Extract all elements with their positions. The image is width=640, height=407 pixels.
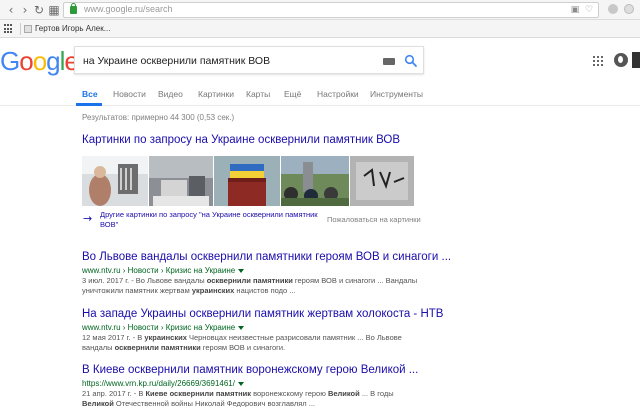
tab-all[interactable]: Все: [82, 89, 98, 99]
account-avatar[interactable]: [614, 53, 628, 67]
search-box[interactable]: на Украине осквернили памятник ВОВ: [74, 46, 424, 74]
tab-more[interactable]: Ещё: [284, 89, 301, 99]
search-tabs: Все Новости Видео Картинки Карты Ещё Нас…: [0, 80, 640, 106]
result-url-text[interactable]: www.ntv.ru › Новости › Кризис на Украине: [82, 323, 235, 332]
bookmarks-bar: Гертов Игорь Алек...: [0, 20, 640, 38]
bookmark-favicon-icon: [24, 25, 32, 33]
images-heading-link[interactable]: Картинки по запросу на Украине осквернил…: [82, 134, 400, 146]
search-icon[interactable]: [404, 54, 418, 68]
google-logo[interactable]: Google: [0, 46, 79, 77]
result-title-link[interactable]: На западе Украины осквернили памятник же…: [82, 308, 443, 320]
result-stats: Результатов: примерно 44 300 (0,53 сек.): [82, 113, 235, 122]
result-snippet: 12 мая 2017 г. - В украинских Черновцах …: [82, 333, 422, 353]
image-thumbnail[interactable]: [214, 156, 280, 206]
result-snippet: 3 июл. 2017 г. - Во Львове вандалы оскве…: [82, 276, 422, 296]
speed-dial-icon[interactable]: ▦: [47, 3, 61, 17]
lock-icon: [70, 3, 77, 14]
shield-icon[interactable]: ▣: [570, 5, 580, 15]
result-url-text[interactable]: www.ntv.ru › Новости › Кризис на Украине: [82, 266, 235, 275]
caret-down-icon[interactable]: [237, 381, 244, 386]
caret-down-icon[interactable]: [238, 325, 245, 330]
apps-icon[interactable]: [4, 24, 14, 34]
bookmark-separator: [20, 23, 21, 35]
result-title-link[interactable]: В Киеве осквернили памятник воронежскому…: [82, 364, 418, 376]
heart-icon[interactable]: ♡: [584, 5, 594, 15]
tab-settings[interactable]: Настройки: [317, 89, 359, 99]
reload-icon[interactable]: ↻: [32, 3, 46, 17]
back-icon[interactable]: ‹: [4, 3, 18, 17]
logo-letter: G: [0, 46, 20, 76]
tab-images[interactable]: Картинки: [198, 89, 234, 99]
result-date: 3 июл. 2017 г. -: [82, 276, 136, 285]
tab-news[interactable]: Новости: [113, 89, 146, 99]
logo-letter: g: [46, 46, 61, 76]
window-edge: [632, 52, 640, 68]
bookmark-item[interactable]: Гертов Игорь Алек...: [35, 24, 110, 33]
search-input[interactable]: на Украине осквернили памятник ВОВ: [83, 55, 270, 67]
image-thumbnail[interactable]: [82, 156, 148, 206]
result-title-link[interactable]: Во Львове вандалы осквернили памятники г…: [82, 251, 451, 263]
report-images-link[interactable]: Пожаловаться на картинки: [327, 215, 421, 224]
result-date: 12 мая 2017 г. -: [82, 333, 138, 342]
result-url[interactable]: https://www.vrn.kp.ru/daily/26669/369146…: [82, 379, 244, 388]
arrow-right-icon: →: [83, 212, 93, 225]
result-url-text[interactable]: https://www.vrn.kp.ru/daily/26669/369146…: [82, 379, 235, 388]
image-thumbnail[interactable]: [149, 156, 213, 206]
forward-icon[interactable]: ›: [18, 3, 32, 17]
result-date: 21 апр. 2017 г. -: [82, 389, 139, 398]
browser-toolbar: ‹ › ↻ ▦ www.google.ru/search ▣ ♡: [0, 0, 640, 20]
active-tab-indicator: [76, 103, 102, 106]
logo-letter: o: [32, 46, 48, 76]
google-apps-icon[interactable]: [593, 56, 603, 66]
keyboard-icon[interactable]: [383, 58, 395, 65]
caret-down-icon[interactable]: [238, 268, 245, 273]
image-thumbnail[interactable]: [281, 156, 349, 206]
result-url[interactable]: www.ntv.ru › Новости › Кризис на Украине: [82, 266, 245, 275]
address-text[interactable]: www.google.ru/search: [84, 4, 173, 14]
result-snippet: 21 апр. 2017 г. - В Киеве осквернили пам…: [82, 389, 422, 407]
image-thumbnail[interactable]: [350, 156, 414, 206]
tab-video[interactable]: Видео: [158, 89, 183, 99]
more-images-link[interactable]: Другие картинки по запросу "на Украине о…: [100, 210, 320, 230]
tab-maps[interactable]: Карты: [246, 89, 270, 99]
downloads-icon[interactable]: [624, 4, 634, 14]
logo-letter: o: [19, 46, 34, 76]
tab-tools[interactable]: Инструменты: [370, 89, 423, 99]
address-bar[interactable]: www.google.ru/search ▣ ♡: [63, 2, 599, 18]
extension-icon[interactable]: [608, 4, 618, 14]
result-url[interactable]: www.ntv.ru › Новости › Кризис на Украине: [82, 323, 245, 332]
